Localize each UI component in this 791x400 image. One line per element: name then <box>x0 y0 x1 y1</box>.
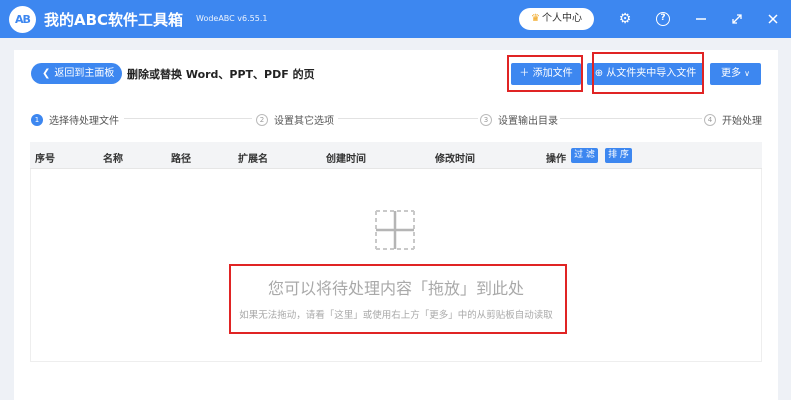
settings-icon[interactable]: ⚙ <box>616 10 634 28</box>
add-file-label: 添加文件 <box>532 68 573 79</box>
close-icon[interactable] <box>764 10 782 28</box>
app-title: 我的ABC软件工具箱 <box>44 11 184 29</box>
column-modified: 修改时间 <box>435 154 475 165</box>
chevron-left-icon: ❮ <box>42 68 51 79</box>
drop-target-icon <box>374 209 416 251</box>
back-to-main-button[interactable]: ❮ 返回到主面板 <box>31 63 122 84</box>
more-label: 更多 <box>720 68 741 79</box>
step-3-number: 3 <box>480 113 492 126</box>
column-created: 创建时间 <box>326 154 366 165</box>
step-connector <box>338 118 478 119</box>
column-index: 序号 <box>35 154 55 165</box>
step-connector <box>560 118 702 119</box>
back-label: 返回到主面板 <box>54 68 115 79</box>
file-table-body[interactable] <box>30 169 762 362</box>
file-table-header: 序号 名称 路径 扩展名 创建时间 修改时间 操作 过 滤 排 序 <box>30 142 762 169</box>
column-extension: 扩展名 <box>238 154 268 165</box>
app-version: WodeABC v6.55.1 <box>196 14 268 23</box>
maximize-icon[interactable] <box>728 10 746 28</box>
step-connector <box>124 118 252 119</box>
column-path: 路径 <box>171 154 191 165</box>
plus-circle-icon: ⊕ <box>594 68 604 79</box>
step-4-label: 开始处理 <box>722 116 762 127</box>
column-actions: 操作 <box>546 154 566 165</box>
user-center-button[interactable]: ♛ 个人中心 <box>519 8 594 30</box>
main-panel: ❮ 返回到主面板 删除或替换 Word、PPT、PDF 的页 ＋ 添加文件 ⊕ 从… <box>14 50 778 400</box>
help-icon[interactable]: ? <box>656 12 670 26</box>
import-folder-button[interactable]: ⊕ 从文件夹中导入文件 <box>587 63 704 85</box>
crown-icon: ♛ <box>531 13 540 24</box>
filter-button[interactable]: 过 滤 <box>571 148 598 163</box>
page-title: 删除或替换 Word、PPT、PDF 的页 <box>127 68 315 81</box>
user-center-label: 个人中心 <box>541 13 582 24</box>
dropzone-main-text: 您可以将待处理内容「拖放」到此处 <box>267 279 524 298</box>
app-logo: AB <box>9 6 36 33</box>
step-2-number: 2 <box>256 113 268 126</box>
step-2-label: 设置其它选项 <box>274 116 334 127</box>
step-3: 3 设置输出目录 <box>480 112 558 127</box>
step-1-number: 1 <box>31 113 43 126</box>
add-file-button[interactable]: ＋ 添加文件 <box>511 63 581 85</box>
step-1: 1 选择待处理文件 <box>31 112 119 127</box>
title-bar: AB 我的ABC软件工具箱 WodeABC v6.55.1 ♛ 个人中心 ⚙ ? <box>0 0 791 38</box>
step-3-label: 设置输出目录 <box>498 116 558 127</box>
dropzone-hint-text: 如果无法拖动，请看「这里」或使用右上方「更多」中的从剪贴板自动读取 <box>239 310 553 321</box>
more-button[interactable]: 更多 ∨ <box>710 63 761 85</box>
step-1-label: 选择待处理文件 <box>49 116 119 127</box>
plus-icon: ＋ <box>519 68 530 79</box>
column-name: 名称 <box>103 154 123 165</box>
minimize-icon[interactable] <box>692 10 710 28</box>
step-2: 2 设置其它选项 <box>256 112 334 127</box>
chevron-down-icon: ∨ <box>744 69 751 78</box>
sort-button[interactable]: 排 序 <box>605 148 632 163</box>
import-folder-label: 从文件夹中导入文件 <box>606 68 697 79</box>
step-4: 4 开始处理 <box>704 112 762 127</box>
step-4-number: 4 <box>704 113 716 126</box>
